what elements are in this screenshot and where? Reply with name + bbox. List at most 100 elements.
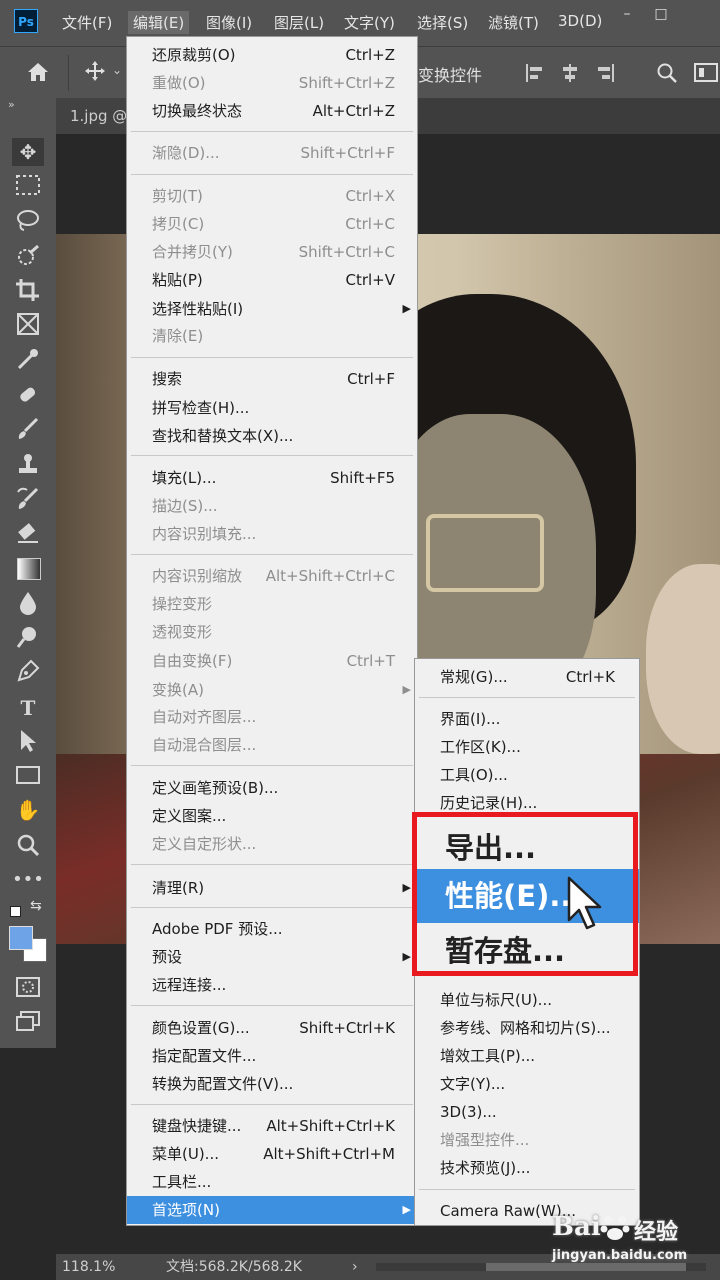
default-colors-icon[interactable] bbox=[10, 906, 21, 917]
menu-item-toggle-last-state[interactable]: 切换最终状态 Alt+Ctrl+Z bbox=[127, 97, 417, 125]
menu-item-menus[interactable]: 菜单(U)... Alt+Shift+Ctrl+M bbox=[127, 1140, 417, 1168]
menu-item-undo[interactable]: 还原裁剪(O) Ctrl+Z bbox=[127, 41, 417, 69]
menu-item-find-replace[interactable]: 查找和替换文本(X)... bbox=[127, 422, 417, 450]
menu-type[interactable]: 文字(Y) bbox=[344, 12, 395, 33]
menu-item-remote-connections[interactable]: 远程连接... bbox=[127, 971, 417, 999]
menu-item-adobe-pdf-presets[interactable]: Adobe PDF 预设... bbox=[127, 915, 417, 943]
workspace-icon[interactable] bbox=[694, 62, 718, 84]
menu-item-check-spelling[interactable]: 拼写检查(H)... bbox=[127, 394, 417, 422]
menu-item-paste-special[interactable]: 选择性粘贴(I) ▶ bbox=[127, 295, 417, 323]
crop-tool-icon[interactable] bbox=[15, 278, 41, 302]
pref-item-interface[interactable]: 界面(I)... bbox=[415, 705, 639, 733]
menu-item-define-brush-preset[interactable]: 定义画笔预设(B)... bbox=[127, 774, 417, 802]
pref-item-plugins[interactable]: 增效工具(P)... bbox=[415, 1042, 639, 1070]
eraser-tool-icon[interactable] bbox=[15, 520, 41, 546]
menu-item-stroke[interactable]: 描边(S)... bbox=[127, 492, 417, 520]
menu-item-assign-profile[interactable]: 指定配置文件... bbox=[127, 1042, 417, 1070]
hand-tool-icon[interactable]: ✋ bbox=[12, 796, 44, 824]
menu-layer[interactable]: 图层(L) bbox=[274, 12, 324, 33]
menu-3d[interactable]: 3D(D) bbox=[558, 12, 602, 30]
rectangle-tool-icon[interactable] bbox=[15, 764, 41, 786]
clone-stamp-tool-icon[interactable] bbox=[15, 452, 41, 478]
menu-edit[interactable]: 编辑(E) bbox=[128, 11, 190, 34]
align-center-icon[interactable] bbox=[560, 63, 580, 83]
healing-brush-tool-icon[interactable] bbox=[15, 382, 41, 408]
menu-separator bbox=[131, 455, 413, 456]
menu-item-purge[interactable]: 清理(R) ▶ bbox=[127, 874, 417, 902]
menu-image[interactable]: 图像(I) bbox=[206, 12, 252, 33]
lasso-tool-icon[interactable] bbox=[15, 208, 41, 232]
frame-tool-icon[interactable] bbox=[15, 312, 41, 336]
menu-item-redo[interactable]: 重做(O) Shift+Ctrl+Z bbox=[127, 69, 417, 97]
pref-item-enhanced-controls[interactable]: 增强型控件... bbox=[415, 1126, 639, 1154]
menu-item-puppet-warp[interactable]: 操控变形 bbox=[127, 590, 417, 618]
type-tool-icon[interactable]: T bbox=[12, 694, 44, 722]
menu-item-perspective-warp[interactable]: 透视变形 bbox=[127, 618, 417, 646]
menu-item-content-aware-fill[interactable]: 内容识别填充... bbox=[127, 520, 417, 548]
brush-tool-icon[interactable] bbox=[15, 416, 41, 442]
menu-filter[interactable]: 滤镜(T) bbox=[488, 12, 539, 33]
align-right-icon[interactable] bbox=[596, 63, 616, 83]
move-tool-icon[interactable] bbox=[84, 60, 106, 82]
menu-item-search[interactable]: 搜索 Ctrl+F bbox=[127, 365, 417, 393]
menu-item-cut[interactable]: 剪切(T) Ctrl+X bbox=[127, 182, 417, 210]
menu-item-convert-to-profile[interactable]: 转换为配置文件(V)... bbox=[127, 1070, 417, 1098]
menu-item-keyboard-shortcuts[interactable]: 键盘快捷键... Alt+Shift+Ctrl+K bbox=[127, 1112, 417, 1140]
menu-item-toolbar[interactable]: 工具栏... bbox=[127, 1168, 417, 1196]
menu-item-paste[interactable]: 粘贴(P) Ctrl+V bbox=[127, 266, 417, 294]
menu-item-define-custom-shape[interactable]: 定义自定形状... bbox=[127, 830, 417, 858]
pref-item-units-rulers[interactable]: 单位与标尺(U)... bbox=[415, 986, 639, 1014]
menu-item-transform[interactable]: 变换(A) ▶ bbox=[127, 676, 417, 704]
quick-selection-tool-icon[interactable] bbox=[15, 244, 41, 268]
minimize-button[interactable]: – bbox=[614, 6, 640, 26]
foreground-color-swatch[interactable] bbox=[9, 926, 33, 950]
screen-mode-icon[interactable] bbox=[15, 1010, 41, 1032]
menu-item-fill[interactable]: 填充(L)... Shift+F5 bbox=[127, 464, 417, 492]
marquee-tool-icon[interactable] bbox=[15, 174, 41, 196]
pen-tool-icon[interactable] bbox=[15, 658, 41, 684]
separator bbox=[68, 55, 69, 91]
pref-item-technology-previews[interactable]: 技术预览(J)... bbox=[415, 1154, 639, 1182]
menu-item-color-settings[interactable]: 颜色设置(G)... Shift+Ctrl+K bbox=[127, 1014, 417, 1042]
document-tab[interactable]: 1.jpg @ bbox=[56, 98, 136, 134]
pref-item-general[interactable]: 常规(G)... Ctrl+K bbox=[415, 663, 639, 691]
dodge-tool-icon[interactable] bbox=[15, 624, 41, 650]
gradient-tool-icon[interactable] bbox=[17, 558, 41, 580]
pref-item-type[interactable]: 文字(Y)... bbox=[415, 1070, 639, 1098]
collapse-icon[interactable]: » bbox=[8, 98, 15, 111]
pref-item-workspace[interactable]: 工作区(K)... bbox=[415, 733, 639, 761]
swap-colors-icon[interactable]: ⇆ bbox=[30, 898, 42, 914]
menu-item-define-pattern[interactable]: 定义图案... bbox=[127, 802, 417, 830]
pref-item-tools[interactable]: 工具(O)... bbox=[415, 761, 639, 789]
menu-item-presets[interactable]: 预设 ▶ bbox=[127, 943, 417, 971]
status-arrow-icon[interactable]: › bbox=[352, 1254, 358, 1280]
zoom-tool-icon[interactable] bbox=[15, 832, 41, 858]
menu-item-auto-align-layers[interactable]: 自动对齐图层... bbox=[127, 703, 417, 731]
move-tool-icon[interactable]: ✥ bbox=[12, 138, 44, 166]
blur-tool-icon[interactable] bbox=[17, 590, 39, 616]
path-selection-tool-icon[interactable] bbox=[17, 728, 39, 754]
more-tools-icon[interactable]: ••• bbox=[12, 866, 44, 894]
eyedropper-tool-icon[interactable] bbox=[15, 346, 41, 372]
menu-item-preferences[interactable]: 首选项(N) ▶ bbox=[127, 1196, 417, 1224]
history-brush-tool-icon[interactable] bbox=[15, 486, 41, 512]
quick-mask-icon[interactable] bbox=[15, 976, 41, 998]
chevron-down-icon[interactable]: ⌄ bbox=[112, 63, 122, 77]
menu-item-auto-blend-layers[interactable]: 自动混合图层... bbox=[127, 731, 417, 759]
search-icon[interactable] bbox=[656, 62, 678, 84]
menu-select[interactable]: 选择(S) bbox=[417, 12, 468, 33]
menu-file[interactable]: 文件(F) bbox=[62, 12, 112, 33]
transform-controls-label[interactable]: 变换控件 bbox=[418, 62, 482, 86]
menu-item-clear[interactable]: 清除(E) bbox=[127, 322, 417, 350]
home-icon[interactable] bbox=[26, 61, 50, 83]
menu-item-copy-merged[interactable]: 合并拷贝(Y) Shift+Ctrl+C bbox=[127, 238, 417, 266]
menu-item-content-aware-scale[interactable]: 内容识别缩放 Alt+Shift+Ctrl+C bbox=[127, 562, 417, 590]
align-left-icon[interactable] bbox=[524, 63, 544, 83]
menu-item-free-transform[interactable]: 自由变换(F) Ctrl+T bbox=[127, 647, 417, 675]
menu-item-copy[interactable]: 拷贝(C) Ctrl+C bbox=[127, 210, 417, 238]
maximize-button[interactable]: □ bbox=[648, 6, 674, 26]
pref-item-guides-grid-slices[interactable]: 参考线、网格和切片(S)... bbox=[415, 1014, 639, 1042]
zoom-level[interactable]: 118.1% bbox=[62, 1254, 115, 1280]
menu-item-fade[interactable]: 渐隐(D)... Shift+Ctrl+F bbox=[127, 139, 417, 167]
pref-item-3d[interactable]: 3D(3)... bbox=[415, 1098, 639, 1126]
